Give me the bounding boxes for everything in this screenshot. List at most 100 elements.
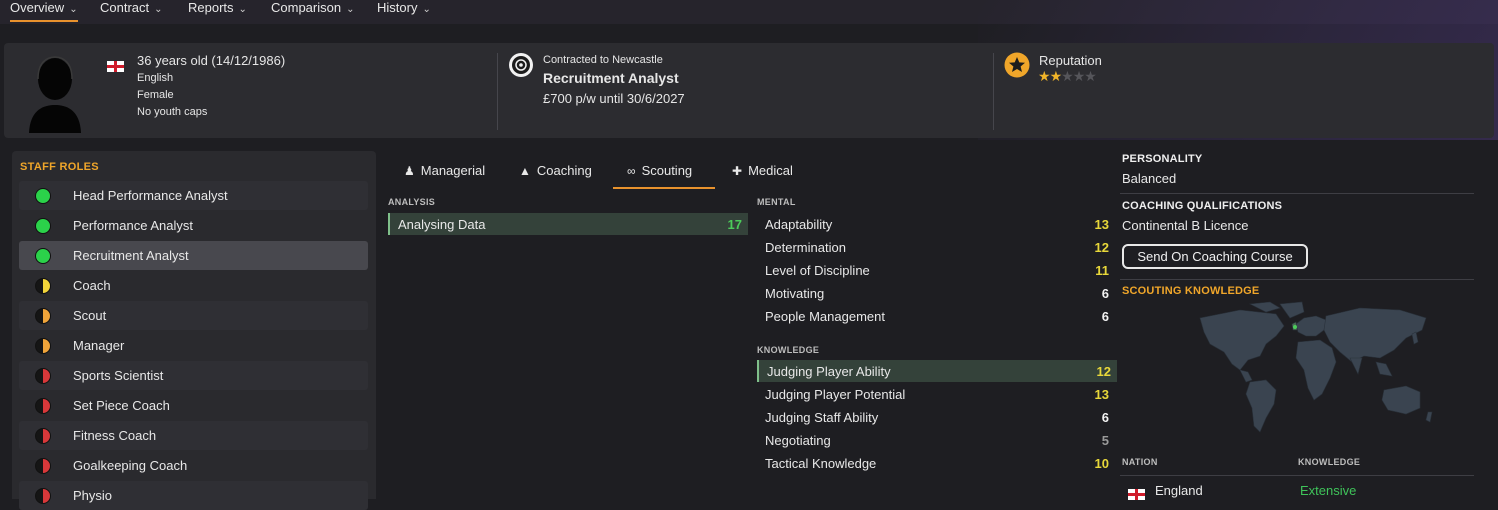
staff-role-label: Scout: [73, 308, 107, 323]
medical-kit-icon: ✚: [732, 164, 743, 178]
contract-wage: £700 p/w until 30/6/2027: [543, 91, 685, 106]
staff-role-item[interactable]: Coach: [19, 271, 368, 300]
binoculars-icon: ∞: [627, 164, 636, 178]
attribute-row[interactable]: People Management 6: [757, 305, 1115, 327]
star-icon: ★: [1084, 68, 1097, 84]
gender: Female: [137, 89, 174, 101]
staff-role-label: Head Performance Analyst: [73, 188, 228, 203]
club-badge-icon[interactable]: [508, 52, 534, 78]
active-tab-indicator: [613, 187, 715, 189]
youth-caps: No youth caps: [137, 106, 208, 118]
contract-club[interactable]: Contracted to Newcastle: [543, 54, 663, 66]
divider: [497, 53, 498, 130]
staff-role-item[interactable]: Physio: [19, 481, 368, 510]
staff-role-label: Physio: [73, 488, 113, 503]
staff-role-label: Coach: [73, 278, 111, 293]
role-suitability-icon: [35, 218, 51, 234]
attribute-row[interactable]: Adaptability 13: [757, 213, 1115, 235]
staff-header-card: 36 years old (14/12/1986) English Female…: [4, 43, 1494, 138]
england-marker: [1293, 325, 1297, 329]
personality-value: Balanced: [1122, 171, 1177, 186]
world-map[interactable]: [1180, 300, 1440, 440]
role-suitability-icon: [35, 278, 51, 294]
staff-role-item[interactable]: Set Piece Coach: [19, 391, 368, 420]
chevron-down-icon: ⌄: [69, 4, 78, 15]
role-suitability-icon: [35, 398, 51, 414]
attribute-value: 6: [1101, 410, 1109, 425]
staff-role-item[interactable]: Head Performance Analyst: [19, 181, 368, 210]
star-icon: ★: [1061, 68, 1074, 84]
attribute-row[interactable]: Determination 12: [757, 236, 1115, 258]
attribute-row[interactable]: Analysing Data 17: [388, 213, 748, 235]
tab-medical[interactable]: ✚ Medical: [732, 163, 793, 178]
attribute-value: 10: [1094, 456, 1109, 471]
attribute-row[interactable]: Tactical Knowledge 10: [757, 452, 1115, 474]
attribute-name: Analysing Data: [398, 217, 486, 232]
attribute-value: 12: [1094, 240, 1109, 255]
staff-role-label: Recruitment Analyst: [73, 248, 189, 263]
staff-role-label: Manager: [73, 338, 125, 353]
attribute-name: Determination: [765, 240, 846, 255]
send-on-coaching-course-button[interactable]: Send On Coaching Course: [1122, 244, 1308, 269]
attribute-row[interactable]: Motivating 6: [757, 282, 1115, 304]
chevron-down-icon: ⌄: [238, 4, 247, 15]
role-suitability-icon: [35, 188, 51, 204]
nationality: English: [137, 72, 174, 84]
knowledge-column-header: KNOWLEDGE: [1298, 457, 1361, 467]
attribute-value: 11: [1095, 263, 1109, 278]
reputation-stars: ★★★★★: [1038, 68, 1097, 85]
tab-scouting[interactable]: ∞ Scouting: [627, 163, 692, 178]
attribute-value: 6: [1101, 309, 1109, 324]
star-icon: ★: [1038, 68, 1051, 84]
divider: [993, 53, 994, 130]
knowledge-title: KNOWLEDGE: [757, 345, 820, 355]
staff-role-item[interactable]: Sports Scientist: [19, 361, 368, 390]
attribute-name: People Management: [765, 309, 885, 324]
attribute-row[interactable]: Negotiating 5: [757, 429, 1115, 451]
tab-managerial[interactable]: ♟ Managerial: [404, 163, 485, 178]
attribute-value: 17: [727, 217, 742, 232]
tab-coaching[interactable]: ▲ Coaching: [519, 163, 592, 178]
analysis-title: ANALYSIS: [388, 197, 436, 207]
attribute-name: Judging Staff Ability: [765, 410, 879, 425]
staff-role-item[interactable]: Performance Analyst: [19, 211, 368, 240]
attribute-name: Tactical Knowledge: [765, 456, 877, 471]
tab-reports[interactable]: Reports ⌄: [188, 0, 247, 20]
divider: [1120, 279, 1474, 280]
coaching-qualifications-value: Continental B Licence: [1122, 218, 1249, 233]
attribute-row[interactable]: Level of Discipline 11: [757, 259, 1115, 281]
staff-role-item[interactable]: Fitness Coach: [19, 421, 368, 450]
star-icon: ★: [1049, 68, 1063, 84]
attribute-value: 12: [1096, 364, 1111, 379]
role-suitability-icon: [35, 428, 51, 444]
tab-contract[interactable]: Contract ⌄: [100, 0, 163, 20]
chevron-down-icon: ⌄: [422, 4, 431, 15]
nation-name: England: [1155, 483, 1203, 498]
staff-role-item[interactable]: Recruitment Analyst: [19, 241, 368, 270]
attribute-row[interactable]: Judging Player Potential 13: [757, 383, 1115, 405]
contract-role: Recruitment Analyst: [543, 70, 679, 86]
staff-role-label: Set Piece Coach: [73, 398, 170, 413]
attribute-name: Level of Discipline: [765, 263, 870, 278]
attribute-row[interactable]: Judging Player Ability 12: [757, 360, 1117, 382]
coaching-qualifications-title: COACHING QUALIFICATIONS: [1122, 200, 1283, 212]
attribute-name: Negotiating: [765, 433, 831, 448]
divider: [1120, 193, 1474, 194]
reputation-label: Reputation: [1039, 53, 1102, 68]
staff-role-item[interactable]: Manager: [19, 331, 368, 360]
table-row[interactable]: England Extensive: [1120, 478, 1474, 501]
attribute-row[interactable]: Judging Staff Ability 6: [757, 406, 1115, 428]
reputation-star-icon: [1004, 52, 1030, 78]
attribute-name: Judging Player Ability: [767, 364, 891, 379]
tab-overview[interactable]: Overview ⌄: [10, 0, 78, 22]
age-line: 36 years old (14/12/1986): [137, 53, 286, 68]
staff-roles-panel: STAFF ROLES Head Performance Analyst Perf…: [12, 151, 376, 510]
staff-role-item[interactable]: Goalkeeping Coach: [19, 451, 368, 480]
staff-roles-title: STAFF ROLES: [20, 161, 99, 173]
tab-history[interactable]: History ⌄: [377, 0, 431, 20]
attribute-value: 5: [1101, 433, 1109, 448]
staff-role-item[interactable]: Scout: [19, 301, 368, 330]
tab-comparison[interactable]: Comparison ⌄: [271, 0, 354, 20]
knowledge-level: Extensive: [1300, 483, 1357, 498]
staff-role-label: Sports Scientist: [73, 368, 164, 383]
